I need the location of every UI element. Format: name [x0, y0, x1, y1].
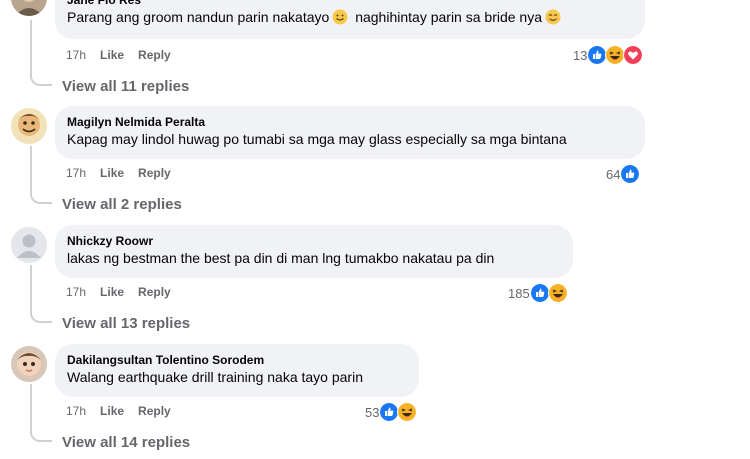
view-replies-link[interactable]: View all 14 replies [62, 433, 190, 453]
like-button[interactable]: Like [100, 166, 124, 180]
love-reaction-icon [623, 45, 644, 65]
reply-connector [30, 307, 52, 323]
comment-text: Parang ang groom nandun parin nakatayo n… [67, 8, 633, 27]
reply-button[interactable]: Reply [138, 404, 171, 418]
comment-time[interactable]: 17h [66, 48, 86, 62]
comments-feed: Jane Flo Res Parang ang groom nandun par… [0, 0, 750, 459]
avatar[interactable] [11, 227, 47, 263]
comment-bubble: Jane Flo Res Parang ang groom nandun par… [55, 0, 645, 39]
comment-bubble: Nhickzy Roowr lakas ng bestman the best … [55, 225, 573, 278]
reaction-count: 53 [365, 404, 380, 420]
comment-bubble: Dakilangsultan Tolentino Sorodem Walang … [55, 344, 419, 397]
like-button[interactable]: Like [100, 285, 124, 299]
comment-author[interactable]: Jane Flo Res [67, 0, 633, 8]
like-button[interactable]: Like [100, 48, 124, 62]
haha-reaction-icon [605, 45, 626, 65]
reactions-summary[interactable]: 64 [606, 164, 641, 184]
comment-bubble: Magilyn Nelmida Peralta Kapag may lindol… [55, 106, 645, 159]
comment-actions: 17h Like Reply [66, 284, 185, 300]
reactions-summary[interactable]: 13 [573, 45, 644, 65]
comment-actions: 17h Like Reply [66, 47, 185, 63]
like-reaction-icon [529, 283, 550, 303]
comment-text-part: Parang ang groom nandun parin nakatayo [67, 9, 330, 25]
reactions-summary[interactable]: 185 [508, 283, 568, 303]
comment-text-part: naghihintay parin sa bride nya [355, 9, 542, 25]
comment-actions: 17h Like Reply [66, 403, 185, 419]
haha-reaction-icon [397, 402, 418, 422]
reactions-summary[interactable]: 53 [365, 402, 418, 422]
comment-author[interactable]: Nhickzy Roowr [67, 233, 561, 249]
avatar[interactable] [11, 108, 47, 144]
haha-reaction-icon [547, 283, 568, 303]
like-button[interactable]: Like [100, 404, 124, 418]
like-reaction-icon [379, 402, 400, 422]
comment-author[interactable]: Dakilangsultan Tolentino Sorodem [67, 352, 407, 368]
view-replies-link[interactable]: View all 2 replies [62, 195, 182, 215]
reply-connector [30, 188, 52, 204]
comment-time[interactable]: 17h [66, 285, 86, 299]
reply-button[interactable]: Reply [138, 48, 171, 62]
avatar[interactable] [11, 0, 47, 16]
reply-connector [30, 70, 52, 86]
comment-text: Kapag may lindol huwag po tumabi sa mga … [67, 131, 567, 147]
reaction-count: 13 [573, 47, 588, 63]
like-reaction-icon [620, 164, 641, 184]
reply-connector [30, 426, 52, 442]
slight-smile-emoji-icon [332, 9, 348, 25]
reaction-count: 185 [508, 285, 530, 301]
smile-emoji-icon [545, 9, 561, 25]
reaction-count: 64 [606, 166, 621, 182]
reply-button[interactable]: Reply [138, 166, 171, 180]
comment-author[interactable]: Magilyn Nelmida Peralta [67, 114, 633, 130]
view-replies-link[interactable]: View all 11 replies [62, 77, 189, 97]
reply-button[interactable]: Reply [138, 285, 171, 299]
avatar[interactable] [11, 346, 47, 382]
comment-time[interactable]: 17h [66, 404, 86, 418]
comment-time[interactable]: 17h [66, 166, 86, 180]
comment-actions: 17h Like Reply [66, 165, 185, 181]
comment-text: lakas ng bestman the best pa din di man … [67, 250, 495, 266]
view-replies-link[interactable]: View all 13 replies [62, 314, 190, 334]
comment-text: Walang earthquake drill training naka ta… [67, 369, 363, 385]
like-reaction-icon [587, 45, 608, 65]
